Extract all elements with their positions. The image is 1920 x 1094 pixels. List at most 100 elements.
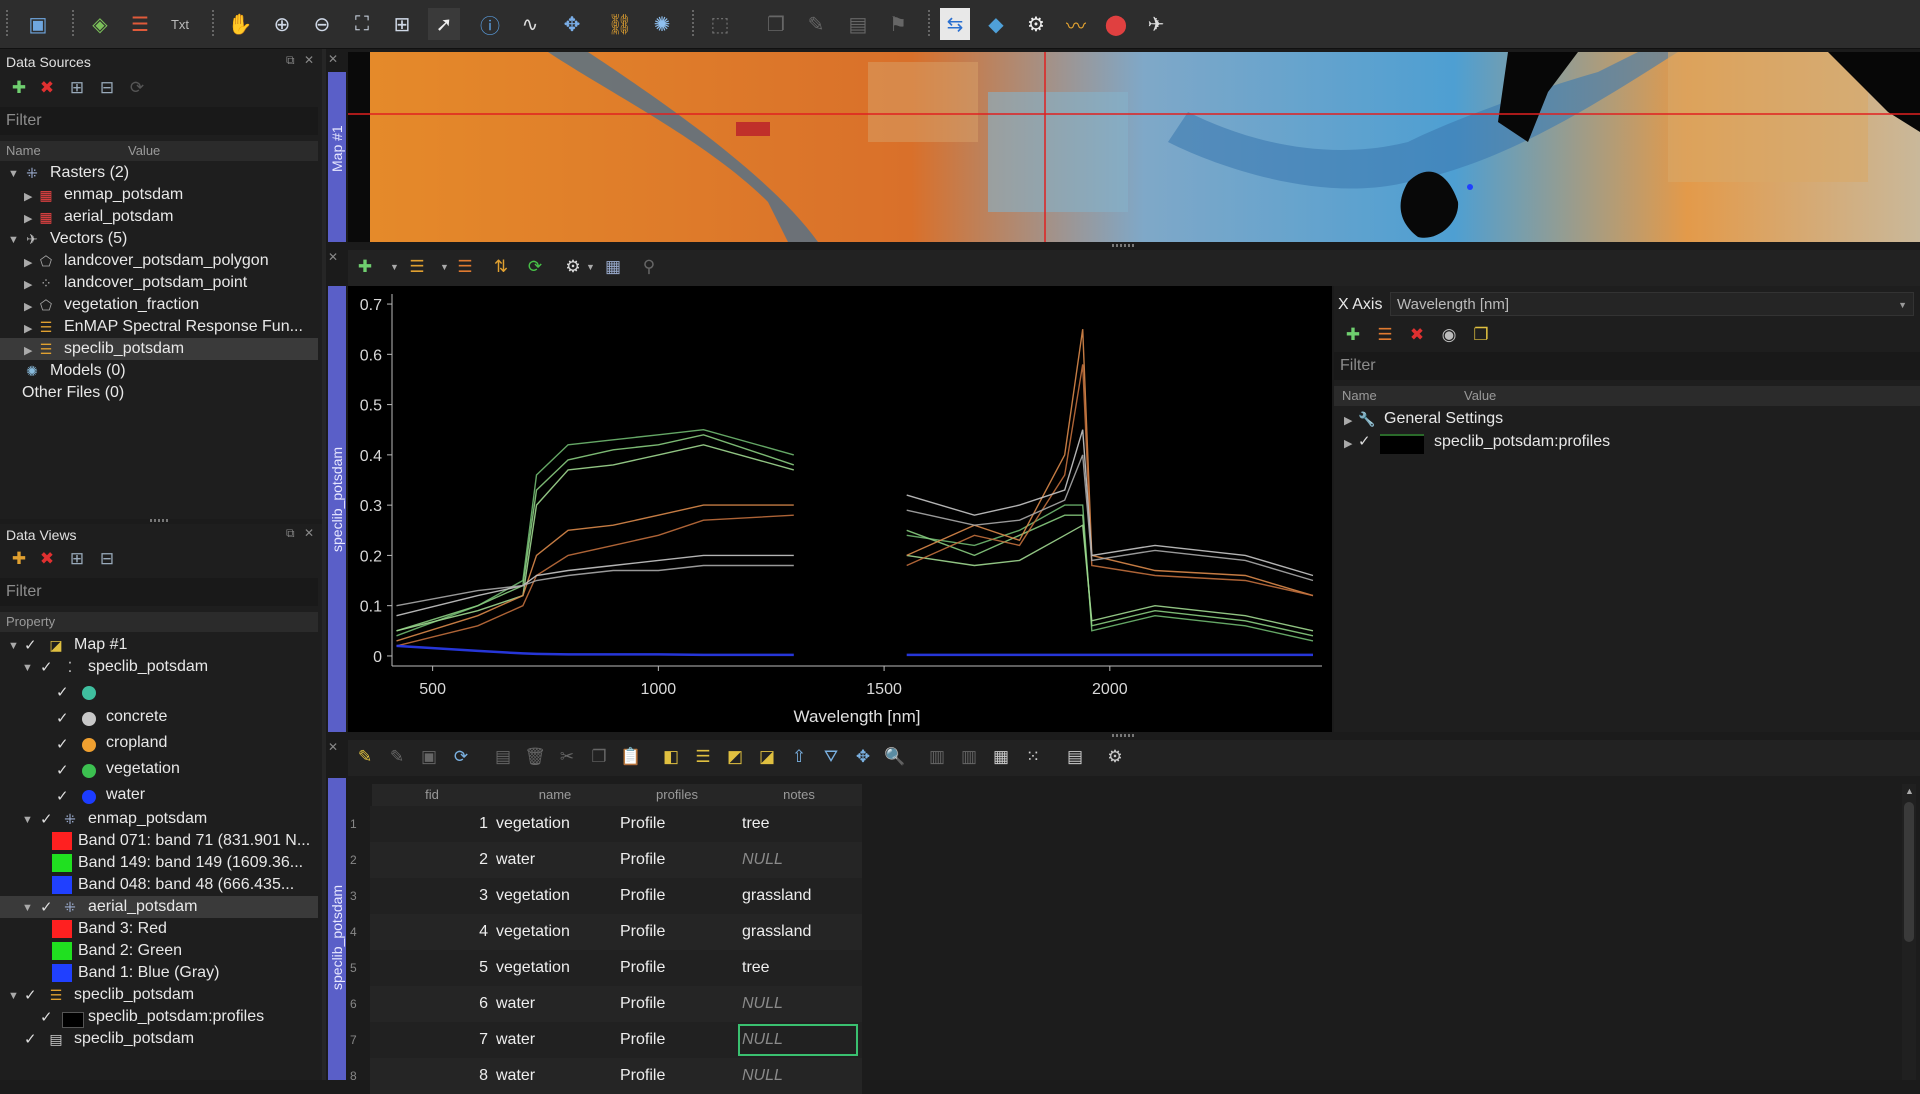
visibility-checkbox[interactable]: ✓: [24, 986, 37, 1004]
deselect-icon[interactable]: ◪: [756, 746, 778, 768]
table-view-icon[interactable]: ▦: [602, 256, 624, 278]
raster-item-aerial[interactable]: aerial_potsdam: [64, 206, 173, 228]
expand-arrow-icon[interactable]: ▶: [24, 322, 32, 335]
expand-arrow-icon[interactable]: ▶: [24, 190, 32, 203]
expand-arrow-icon[interactable]: ▼: [8, 640, 19, 652]
cell-fid[interactable]: 8: [372, 1058, 492, 1094]
expand-arrow-icon[interactable]: ▶: [1344, 437, 1352, 450]
row-number[interactable]: 5: [350, 950, 370, 986]
visibility-checkbox[interactable]: ✓: [24, 1030, 37, 1048]
visibility-checkbox[interactable]: ✓: [40, 1008, 53, 1026]
splitter-handle[interactable]: [1112, 734, 1136, 737]
cell-notes[interactable]: tree: [742, 950, 858, 986]
remove-icon[interactable]: ✖: [36, 548, 58, 570]
cell-profiles[interactable]: Profile: [620, 914, 730, 950]
cell-name[interactable]: vegetation: [496, 914, 616, 950]
add-view-icon[interactable]: ✚: [8, 548, 30, 570]
aerial-band-red[interactable]: Band 3: Red: [78, 918, 167, 940]
float-icon[interactable]: ⧉: [286, 53, 295, 68]
zoom-in-icon[interactable]: ⊕: [266, 8, 298, 40]
enmap-band-blue[interactable]: Band 048: band 48 (666.435...: [78, 874, 294, 896]
map-dock-tab[interactable]: Map #1: [328, 72, 346, 242]
col-header-profiles[interactable]: profiles: [618, 784, 736, 806]
cell-fid[interactable]: 4: [372, 914, 492, 950]
class-checkbox[interactable]: ✓: [56, 709, 69, 727]
chevron-down-icon[interactable]: ▼: [440, 262, 449, 272]
zoom-out-icon[interactable]: ⊖: [306, 8, 338, 40]
close-icon[interactable]: ✕: [304, 53, 314, 67]
col-name-header[interactable]: Name: [6, 141, 41, 161]
cell-name[interactable]: water: [496, 1022, 616, 1058]
collapse-all-icon[interactable]: ⊟: [96, 548, 118, 570]
pan-to-selection-icon[interactable]: ✥: [852, 746, 874, 768]
plot-settings-filter[interactable]: Filter: [1334, 352, 1920, 380]
visibility-checkbox[interactable]: ✓: [1358, 432, 1371, 450]
cell-profiles[interactable]: Profile: [620, 1022, 730, 1058]
row-number[interactable]: 1: [350, 806, 370, 842]
class-checkbox[interactable]: ✓: [56, 735, 69, 753]
class-checkbox[interactable]: ✓: [56, 683, 69, 701]
xaxis-select[interactable]: Wavelength [nm] ▼: [1390, 292, 1914, 316]
profile-layer-item[interactable]: speclib_potsdam:profiles: [1434, 431, 1610, 453]
add-profile-icon[interactable]: ✚: [354, 256, 376, 278]
copy-style-icon[interactable]: ❐: [1470, 324, 1492, 346]
select-expression-icon[interactable]: ◧: [660, 746, 682, 768]
vector-item-vegetation[interactable]: vegetation_fraction: [64, 294, 199, 316]
text-icon[interactable]: Txt: [164, 8, 196, 40]
expand-arrow-icon[interactable]: ▶: [1344, 414, 1352, 427]
splitter-handle[interactable]: [150, 519, 170, 522]
cell-notes[interactable]: NULL: [742, 986, 858, 1022]
add-icon[interactable]: ✚: [8, 77, 30, 99]
speclib-table-item[interactable]: speclib_potsdam: [74, 1028, 194, 1050]
row-number[interactable]: 4: [350, 914, 370, 950]
class-checkbox[interactable]: ✓: [56, 761, 69, 779]
close-icon[interactable]: ✕: [328, 740, 346, 758]
dock-splitter[interactable]: [322, 49, 326, 1080]
expand-arrow-icon[interactable]: ▼: [22, 814, 33, 826]
cut-icon[interactable]: ✂: [556, 746, 578, 768]
map-compare-icon[interactable]: ⇆: [940, 8, 970, 40]
row-number[interactable]: 6: [350, 986, 370, 1022]
filter-icon[interactable]: ⛛: [820, 746, 842, 768]
invert-selection-icon[interactable]: ◩: [724, 746, 746, 768]
expand-arrow-icon[interactable]: ▼: [8, 168, 19, 180]
multi-edit-icon[interactable]: ✎: [386, 746, 408, 768]
raster-item-enmap[interactable]: enmap_potsdam: [64, 184, 183, 206]
database-icon[interactable]: ☰: [124, 8, 156, 40]
wave-icon[interactable]: 〰: [1060, 8, 1092, 40]
data-sources-filter[interactable]: Filter: [0, 107, 318, 135]
cell-fid[interactable]: 6: [372, 986, 492, 1022]
row-number[interactable]: 8: [350, 1058, 370, 1094]
col-value-header[interactable]: Value: [128, 141, 160, 161]
chevron-down-icon[interactable]: ▼: [1898, 293, 1907, 317]
conditional-format-icon[interactable]: ⁙: [1022, 746, 1044, 768]
remove-icon[interactable]: ✖: [1406, 324, 1428, 346]
col-value-header[interactable]: Value: [1464, 386, 1496, 406]
vector-item-srf[interactable]: EnMAP Spectral Response Fun...: [64, 316, 303, 338]
expand-arrow-icon[interactable]: ▼: [8, 990, 19, 1002]
enmap-band-red[interactable]: Band 071: band 71 (831.901 N...: [78, 830, 310, 852]
scroll-up-icon[interactable]: ▲: [1905, 786, 1914, 796]
cell-notes[interactable]: grassland: [742, 914, 858, 950]
expand-arrow-icon[interactable]: ▶: [24, 344, 32, 357]
select-rect-icon[interactable]: ⬚: [704, 8, 736, 40]
col-property-header[interactable]: Property: [6, 612, 55, 632]
cell-editor-focus[interactable]: [738, 1024, 858, 1056]
form-view-icon[interactable]: ▤: [1064, 746, 1086, 768]
visibility-icon[interactable]: ◉: [1438, 324, 1460, 346]
move-center-icon[interactable]: ✥: [556, 8, 588, 40]
expand-arrow-icon[interactable]: ▼: [22, 662, 33, 674]
edit-pencil-icon[interactable]: ✎: [354, 746, 376, 768]
cell-name[interactable]: water: [496, 1058, 616, 1094]
refresh-icon[interactable]: ⟳: [524, 256, 546, 278]
vector-item-speclib[interactable]: speclib_potsdam: [64, 338, 184, 360]
layers-icon[interactable]: ❐: [760, 8, 792, 40]
cell-fid[interactable]: 5: [372, 950, 492, 986]
remove-icon[interactable]: ✖: [36, 77, 58, 99]
chevron-down-icon[interactable]: ▼: [586, 262, 595, 272]
expand-arrow-icon[interactable]: ▼: [22, 902, 33, 914]
select-cursor-icon[interactable]: ➚: [428, 8, 460, 40]
other-files-group[interactable]: Other Files (0): [22, 382, 124, 404]
add-feature-icon[interactable]: ▤: [492, 746, 514, 768]
pan-hand-icon[interactable]: ✋: [224, 8, 256, 40]
